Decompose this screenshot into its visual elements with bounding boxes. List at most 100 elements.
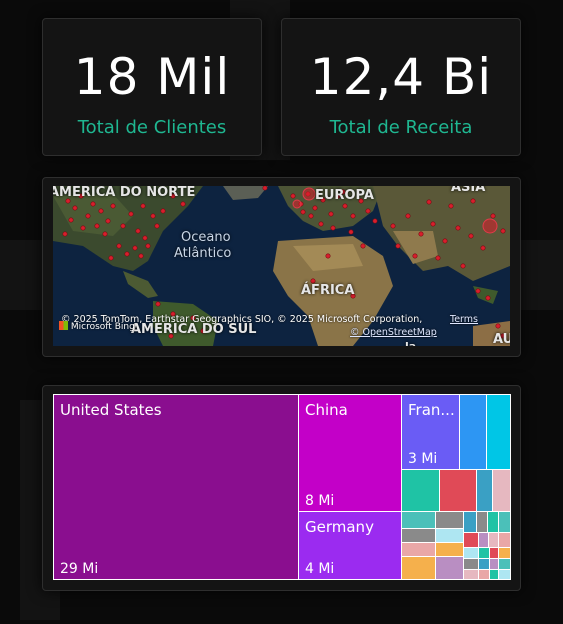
customer-location-dot — [470, 198, 476, 204]
customer-location-dot — [442, 238, 448, 244]
treemap-tile[interactable] — [459, 394, 487, 470]
map-provider-logo: Microsoft Bing — [59, 321, 135, 332]
customer-location-dot — [102, 231, 108, 237]
customer-location-dot — [495, 323, 501, 329]
customer-location-dot — [98, 208, 104, 214]
customer-location-dot — [348, 229, 354, 235]
customer-location-dot — [342, 203, 348, 209]
customer-location-dot — [140, 203, 146, 209]
customer-location-dot — [490, 213, 496, 219]
windows-logo-icon — [59, 321, 68, 330]
treemap-small-tile[interactable] — [498, 532, 511, 548]
customer-location-dot — [405, 213, 411, 219]
customer-location-dot — [360, 243, 366, 249]
kpi-revenue-label: Total de Receita — [329, 117, 473, 138]
tile-value: 4 Mi — [305, 561, 335, 577]
map-card[interactable]: AMÉRICA DO NORTE EUROPA ÁSIA Oceano Atlâ… — [42, 177, 521, 357]
map-label-australia: AU — [493, 332, 510, 346]
map-terms-link[interactable]: Terms — [450, 314, 478, 325]
treemap-small-tile[interactable] — [476, 469, 493, 512]
customer-location-dot — [85, 213, 91, 219]
customer-location-dot — [350, 213, 356, 219]
customer-location-dot — [426, 199, 432, 205]
treemap-tile[interactable] — [486, 394, 511, 470]
customer-location-dot — [300, 209, 306, 215]
customer-location-dot — [155, 301, 161, 307]
customer-location-dot — [418, 231, 424, 237]
treemap-small-tile[interactable] — [498, 511, 511, 533]
customer-location-dot — [116, 243, 122, 249]
customer-location-dot — [142, 235, 148, 241]
customer-location-dot — [132, 245, 138, 251]
tile-label: China — [305, 401, 348, 419]
treemap-small-tile[interactable] — [401, 528, 436, 543]
customer-location-dot — [94, 223, 100, 229]
treemap-small-tile[interactable] — [401, 469, 440, 512]
customer-location-dot — [435, 255, 441, 261]
treemap-small-tile[interactable] — [435, 511, 464, 529]
customer-location-dot — [150, 213, 156, 219]
treemap-tile-china[interactable]: China 8 Mi — [298, 394, 402, 512]
treemap-small-tile[interactable] — [463, 532, 479, 548]
customer-location-dot — [128, 211, 134, 217]
treemap-small-tile[interactable] — [435, 542, 464, 557]
tile-value: 3 Mi — [408, 451, 438, 467]
treemap-small-tile[interactable] — [463, 569, 479, 580]
tile-label: Fran... — [408, 401, 455, 419]
customer-location-cluster — [302, 187, 316, 201]
customer-location-dot — [110, 203, 116, 209]
customer-location-cluster — [292, 199, 302, 209]
treemap-small-tile[interactable] — [435, 556, 464, 580]
customer-location-dot — [325, 253, 331, 259]
customer-location-dot — [180, 201, 186, 207]
treemap-small-tile[interactable] — [498, 569, 511, 580]
customer-location-dot — [390, 223, 396, 229]
customer-location-dot — [135, 228, 141, 234]
map-label-cut: la — [405, 340, 416, 346]
map-label-ocean-2: Atlântico — [174, 246, 232, 261]
customer-location-dot — [395, 243, 401, 249]
customer-location-dot — [468, 233, 474, 239]
customer-location-dot — [154, 223, 160, 229]
treemap-small-tile[interactable] — [435, 528, 464, 543]
kpi-card-revenue[interactable]: 12,4 Bi Total de Receita — [281, 18, 521, 156]
customer-location-dot — [500, 228, 506, 234]
treemap-card[interactable]: United States 29 Mi China 8 Mi Germany 4… — [42, 385, 521, 591]
treemap-small-tile[interactable] — [401, 542, 436, 557]
customer-location-dot — [138, 253, 144, 259]
customer-location-dot — [308, 213, 314, 219]
customer-location-dot — [448, 203, 454, 209]
customer-location-dot — [460, 263, 466, 269]
customer-location-dot — [290, 193, 296, 199]
customer-location-dot — [262, 186, 268, 191]
treemap-small-tile[interactable] — [401, 511, 436, 529]
customer-location-dot — [120, 223, 126, 229]
treemap-small-tile[interactable] — [439, 469, 477, 512]
customer-location-dot — [105, 218, 111, 224]
map-view[interactable]: AMÉRICA DO NORTE EUROPA ÁSIA Oceano Atlâ… — [53, 186, 510, 346]
treemap-tile-united-states[interactable]: United States 29 Mi — [53, 394, 299, 580]
map-label-asia: ÁSIA — [451, 186, 486, 195]
kpi-clients-value: 18 Mil — [73, 48, 231, 106]
kpi-card-clients[interactable]: 18 Mil Total de Clientes — [42, 18, 262, 156]
customer-location-dot — [365, 208, 371, 214]
treemap-small-tile[interactable] — [492, 469, 511, 512]
tile-value: 29 Mi — [60, 561, 99, 577]
map-osm-link[interactable]: © OpenStreetMap — [350, 327, 437, 338]
treemap-tile-germany[interactable]: Germany 4 Mi — [298, 511, 402, 580]
tile-label: United States — [60, 401, 162, 419]
treemap-small-tile[interactable] — [401, 556, 436, 580]
treemap-small-tile[interactable] — [463, 511, 477, 533]
revenue-by-country-treemap: United States 29 Mi China 8 Mi Germany 4… — [53, 394, 511, 580]
customer-location-dot — [80, 225, 86, 231]
customer-location-dot — [124, 251, 130, 257]
customer-location-dot — [430, 221, 436, 227]
kpi-clients-label: Total de Clientes — [77, 117, 227, 138]
customer-location-dot — [62, 231, 68, 237]
customer-location-dot — [455, 225, 461, 231]
treemap-tile-france[interactable]: Fran... 3 Mi — [401, 394, 460, 470]
customer-location-dot — [145, 243, 151, 249]
map-provider-label: Microsoft Bing — [70, 322, 135, 332]
customer-location-dot — [485, 295, 491, 301]
map-label-ocean-1: Oceano — [181, 230, 231, 245]
